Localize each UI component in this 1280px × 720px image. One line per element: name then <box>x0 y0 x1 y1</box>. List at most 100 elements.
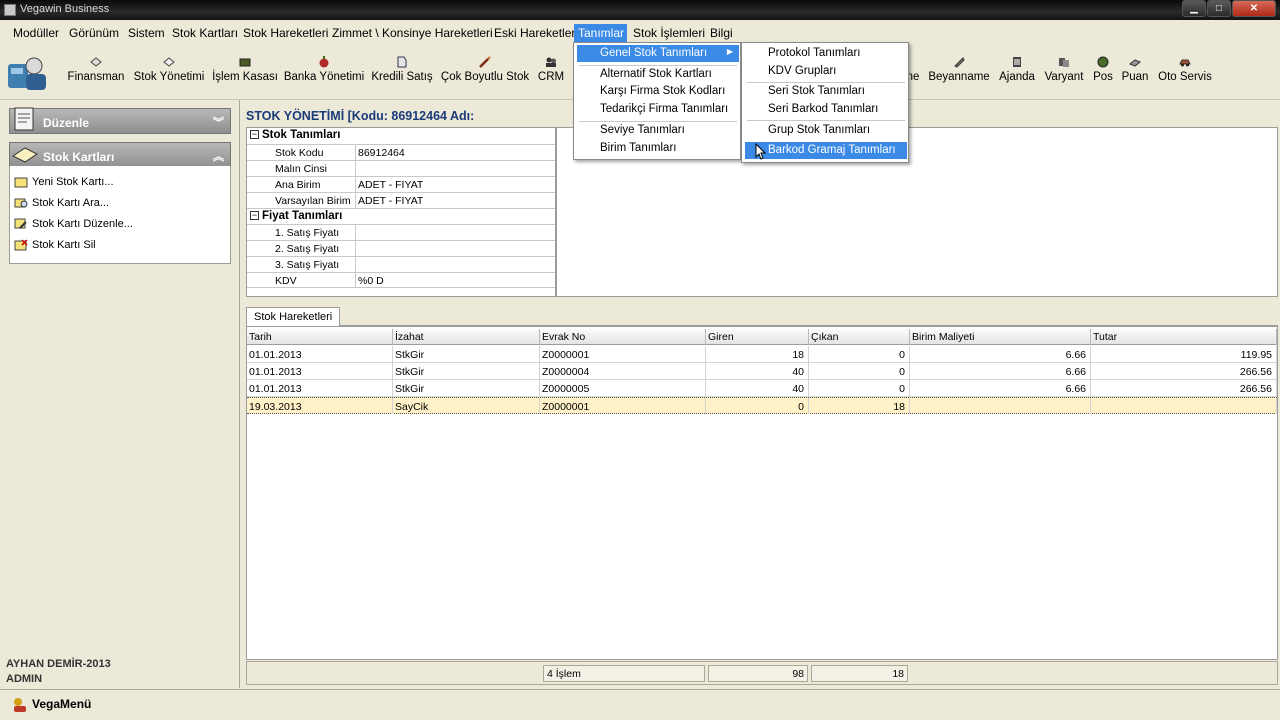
menu-gorunum[interactable]: Görünüm <box>65 24 123 42</box>
cok-boyutlu-stok-button[interactable]: Çok Boyutlu Stok <box>440 50 530 94</box>
close-button[interactable]: ✕ <box>1232 0 1276 17</box>
duzenle-group-header[interactable]: Düzenle ︾ <box>9 107 231 134</box>
menu-zimmet-konsinye[interactable]: Zimmet \ Konsinye Hareketleri <box>328 24 497 42</box>
stok-karti-ara-item[interactable]: Stok Kartı Ara... <box>14 197 109 213</box>
footer-giren-total: 98 <box>708 665 808 682</box>
table-row[interactable]: 01.01.2013 StkGir Z0000005 40 0 6.66 266… <box>247 380 1277 397</box>
table-row[interactable]: 01.01.2013 StkGir Z0000001 18 0 6.66 119… <box>247 346 1277 363</box>
kredili-satis-icon <box>397 56 407 68</box>
stok-tanimlari-category[interactable]: − Stok Tanımları <box>247 128 555 144</box>
edit-card-icon <box>14 218 27 229</box>
col-header-birim-maliyeti[interactable]: Birim Maliyeti <box>910 329 1091 345</box>
menu-grup-stok-tanimlari[interactable]: Grup Stok Tanımları <box>745 122 907 139</box>
new-card-icon <box>14 177 28 188</box>
puan-button[interactable]: Puan <box>1121 50 1149 94</box>
crm-button[interactable]: CRM <box>535 50 567 94</box>
varyant-button[interactable]: Varyant <box>1043 50 1085 94</box>
banka-yonetimi-button[interactable]: Banka Yönetimi <box>283 50 365 94</box>
col-header-tarih[interactable]: Tarih <box>247 329 393 345</box>
menu-stok-hareketleri[interactable]: Stok Hareketleri <box>239 24 332 42</box>
oto-servis-icon <box>1179 59 1191 67</box>
puan-icon <box>1129 59 1141 67</box>
fiyat-tanimlari-category[interactable]: − Fiyat Tanımları <box>247 208 555 224</box>
col-header-izahat[interactable]: İzahat <box>393 329 540 345</box>
prop-malin-cinsi[interactable]: Malın Cinsi <box>247 160 555 176</box>
crm-icon <box>546 57 556 67</box>
status-bar: VegaMenü <box>0 689 1280 720</box>
menu-karsi-firma-stok-kodlari[interactable]: Karşı Firma Stok Kodları <box>577 83 739 100</box>
stok-kartlari-list: Yeni Stok Kartı... Stok Kartı Ara... Sto… <box>9 166 231 264</box>
menu-seri-stok-tanimlari[interactable]: Seri Stok Tanımları <box>745 83 907 100</box>
table-row-selected[interactable]: 19.03.2013 SayCik Z0000001 0 18 <box>247 397 1277 414</box>
col-header-cikan[interactable]: Çıkan <box>809 329 910 345</box>
menu-barkod-gramaj-tanimlari[interactable]: Barkod Gramaj Tanımları <box>745 142 907 159</box>
beyanname-icon <box>954 57 965 68</box>
minimize-button[interactable]: ▁ <box>1182 0 1206 17</box>
tab-stok-hareketleri[interactable]: Stok Hareketleri <box>246 307 341 326</box>
prop-stok-kodu[interactable]: Stok Kodu 86912464 <box>247 144 555 160</box>
menu-tanimlar[interactable]: Tanımlar <box>574 24 627 42</box>
chevron-down-icon[interactable]: ︾ <box>213 114 224 130</box>
stok-karti-duzenle-item[interactable]: Stok Kartı Düzenle... <box>14 218 133 234</box>
prop-varsayilan-birim[interactable]: Varsayılan Birim ADET - FIYAT <box>247 192 555 208</box>
menu-tedarikci-firma-tanimlari[interactable]: Tedarikçi Firma Tanımları <box>577 101 739 118</box>
islem-kasasi-icon <box>239 58 251 67</box>
footer-count: 4 İşlem <box>543 665 705 682</box>
menu-protokol-tanimlari[interactable]: Protokol Tanımları <box>745 45 907 62</box>
notepad-icon <box>14 107 34 131</box>
vegamenu-button[interactable]: VegaMenü <box>12 697 91 713</box>
menu-stok-kartlari[interactable]: Stok Kartları <box>168 24 242 42</box>
menu-genel-stok-tanimlari[interactable]: Genel Stok Tanımları ▶ <box>577 45 739 62</box>
kredili-satis-button[interactable]: Kredili Satış <box>371 50 433 94</box>
finansman-button[interactable]: Finansman <box>66 50 126 94</box>
prop-ana-birim[interactable]: Ana Birim ADET - FIYAT <box>247 176 555 192</box>
yeni-stok-karti-item[interactable]: Yeni Stok Kartı... <box>14 176 114 192</box>
menu-alternatif-stok-kartlari[interactable]: Alternatif Stok Kartları <box>577 66 739 83</box>
mouse-cursor-icon <box>755 143 767 160</box>
stok-hareketleri-grid: Tarih İzahat Evrak No Giren Çıkan Birim … <box>246 326 1278 660</box>
prop-satis-fiyati-1[interactable]: 1. Satış Fiyatı <box>247 224 555 240</box>
chevron-up-icon[interactable]: ︽ <box>213 148 224 164</box>
col-header-tutar[interactable]: Tutar <box>1091 329 1277 345</box>
stok-karti-sil-item[interactable]: Stok Kartı Sil <box>14 239 96 255</box>
prop-satis-fiyati-2[interactable]: 2. Satış Fiyatı <box>247 240 555 256</box>
tab-strip: Stok Hareketleri <box>246 306 1278 326</box>
maximize-button[interactable]: □ <box>1207 0 1231 17</box>
prop-satis-fiyati-3[interactable]: 3. Satış Fiyatı <box>247 256 555 272</box>
menu-moduller[interactable]: Modüller <box>9 24 63 42</box>
menu-bilgi[interactable]: Bilgi <box>706 24 737 42</box>
oto-servis-button[interactable]: Oto Servis <box>1157 50 1213 94</box>
property-grid: − Stok Tanımları Stok Kodu 86912464 Malı… <box>246 127 556 297</box>
menu-seviye-tanimlari[interactable]: Seviye Tanımları <box>577 122 739 139</box>
prop-kdv[interactable]: KDV %0 D <box>247 272 555 288</box>
collapse-icon[interactable]: − <box>250 211 259 220</box>
menu-sistem[interactable]: Sistem <box>124 24 169 42</box>
menu-stok-islemleri[interactable]: Stok İşlemleri <box>629 24 709 42</box>
stok-yonetimi-button[interactable]: Stok Yönetimi <box>131 50 207 94</box>
vega-logo-icon <box>8 57 46 90</box>
pos-button[interactable]: Pos <box>1091 50 1115 94</box>
table-row[interactable]: 01.01.2013 StkGir Z0000004 40 0 6.66 266… <box>247 363 1277 380</box>
col-header-giren[interactable]: Giren <box>706 329 809 345</box>
menu-bar: Modüller Görünüm Sistem Stok Kartları St… <box>0 21 1280 43</box>
page-title: STOK YÖNETİMİ [Kodu: 86912464 Adı: <box>246 109 475 123</box>
user-name: AYHAN DEMİR-2013 <box>6 658 111 670</box>
grid-footer: 4 İşlem 98 18 <box>246 661 1278 685</box>
beyanname-button[interactable]: Beyanname <box>928 50 990 94</box>
ajanda-button[interactable]: Ajanda <box>997 50 1037 94</box>
tanimlar-dropdown: Genel Stok Tanımları ▶ Alternatif Stok K… <box>573 42 741 160</box>
menu-seri-barkod-tanimlari[interactable]: Seri Barkod Tanımları <box>745 101 907 118</box>
collapse-icon[interactable]: − <box>250 130 259 139</box>
menu-eski-hareketler[interactable]: Eski Hareketler <box>490 24 579 42</box>
islem-kasasi-button[interactable]: İşlem Kasası <box>212 50 278 94</box>
user-info: AYHAN DEMİR-2013 ADMIN <box>6 657 111 687</box>
stok-kartlari-group-header[interactable]: Stok Kartları ︽ <box>9 142 231 168</box>
menu-birim-tanimlari[interactable]: Birim Tanımları <box>577 140 739 157</box>
finansman-icon <box>90 57 102 67</box>
col-header-evrak-no[interactable]: Evrak No <box>540 329 706 345</box>
menu-kdv-gruplari[interactable]: KDV Grupları <box>745 63 907 80</box>
cok-boyutlu-stok-icon <box>479 56 491 68</box>
vegamenu-icon <box>14 698 26 712</box>
ajanda-icon <box>1013 57 1021 67</box>
pos-icon <box>1097 56 1109 68</box>
